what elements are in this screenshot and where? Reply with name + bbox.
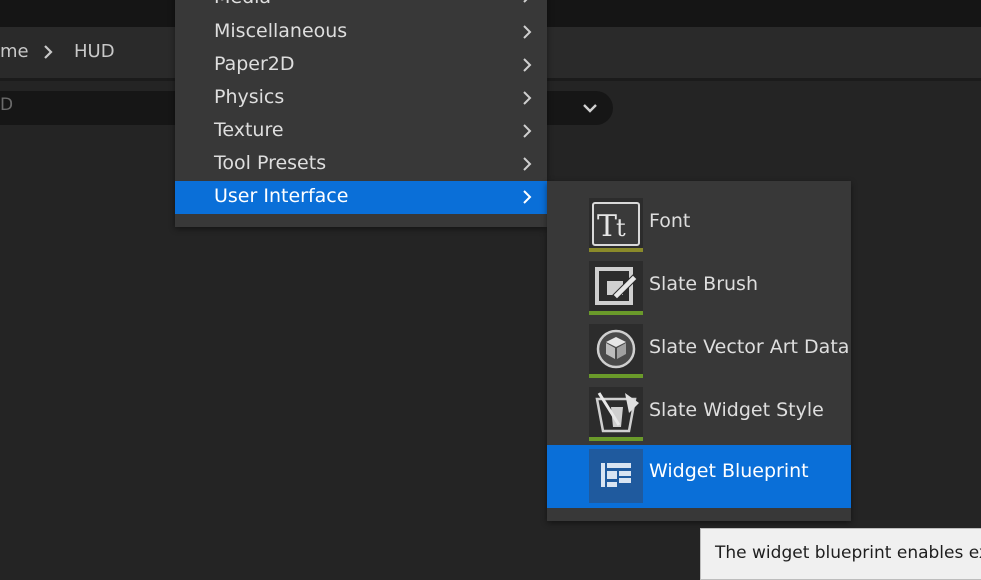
breadcrumb-item-parent[interactable]: me (0, 41, 29, 62)
chevron-right-icon (523, 190, 532, 204)
breadcrumb-item-hud[interactable]: HUD (74, 41, 115, 62)
menu-item-user-interface[interactable]: User Interface (175, 181, 547, 214)
svg-text:t: t (616, 214, 626, 242)
chevron-right-icon (523, 124, 532, 138)
menu-item-paper2d[interactable]: Paper2D (175, 49, 547, 82)
menu-item-label: Physics (214, 86, 285, 108)
submenu-item-slate-vector-art-data[interactable]: Slate Vector Art Data (547, 307, 851, 378)
menu-item-label: Paper2D (214, 53, 295, 75)
submenu-item-slate-brush[interactable]: Slate Brush (547, 244, 851, 315)
menu-item-miscellaneous[interactable]: Miscellaneous (175, 16, 547, 49)
submenu-item-label: Slate Widget Style (649, 399, 824, 421)
menu-item-texture[interactable]: Texture (175, 115, 547, 148)
widget-style-icon (589, 387, 643, 441)
chevron-right-icon (523, 0, 528, 3)
tooltip-text: The widget blueprint enables exte (715, 543, 981, 563)
menu-item-label: User Interface (214, 185, 349, 207)
menu-item-label: Media (214, 0, 271, 8)
menu-item-label: Tool Presets (214, 152, 327, 174)
filter-text: D (0, 95, 14, 115)
chevron-right-icon (44, 45, 53, 59)
chevron-right-icon (523, 25, 532, 39)
submenu-item-label: Slate Vector Art Data (649, 336, 850, 358)
menu-item-label: Miscellaneous (214, 20, 348, 42)
tooltip: The widget blueprint enables exte (700, 528, 981, 580)
chevron-right-icon (523, 157, 532, 171)
submenu-item-label: Font (649, 210, 691, 232)
chevron-right-icon (523, 91, 532, 105)
menu-item-tool-presets[interactable]: Tool Presets (175, 148, 547, 181)
asset-category-menu: Media Miscellaneous Paper2D Physics Text… (175, 0, 547, 227)
menu-item-physics[interactable]: Physics (175, 82, 547, 115)
chevron-right-icon (523, 58, 532, 72)
user-interface-submenu: T t Font Slate Brush Slate Vector Art Da… (547, 181, 851, 521)
submenu-item-slate-widget-style[interactable]: Slate Widget Style (547, 370, 851, 441)
widget-blueprint-icon (589, 449, 643, 503)
submenu-item-widget-blueprint[interactable]: Widget Blueprint (547, 445, 851, 508)
submenu-item-label: Slate Brush (649, 273, 758, 295)
submenu-item-label: Widget Blueprint (649, 460, 809, 482)
submenu-item-font[interactable]: T t Font (547, 181, 851, 252)
svg-text:T: T (597, 209, 617, 244)
menu-item-label: Texture (214, 119, 284, 141)
chevron-down-icon[interactable] (579, 97, 601, 119)
